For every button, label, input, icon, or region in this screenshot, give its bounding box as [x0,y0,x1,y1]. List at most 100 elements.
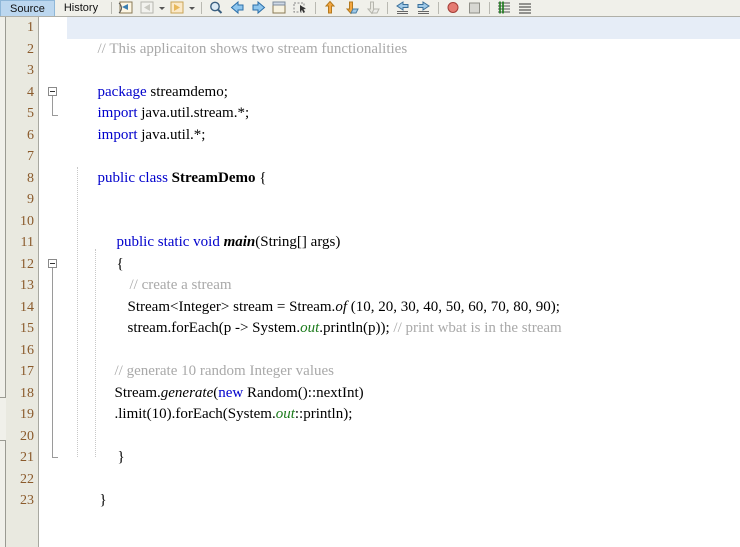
previous-bookmark-icon[interactable] [228,0,247,16]
indent-guide [95,249,96,457]
comment-token: // generate 10 random Integer values [114,363,335,379]
back-to-source-icon[interactable] [117,0,136,16]
static-method-token: of [335,298,347,315]
navigate-back-icon[interactable] [138,0,157,16]
method-name-token: main [223,234,256,250]
line-number: 10 [20,213,34,229]
line-number: 23 [20,493,34,508]
code-line-22[interactable]: } [67,469,740,508]
code-token: Random()::nextInt) [243,384,364,401]
line-number: 13 [20,278,34,293]
line-number: 21 [20,450,34,465]
code-editor[interactable]: 1 2 3 4 5 6 7 8 9 10 11 12 13 14 15 16 1… [0,17,740,547]
next-bookmark-icon[interactable] [249,0,268,16]
keyword-token: import [97,126,138,143]
uncomment-icon[interactable] [516,0,535,16]
code-token: streamdemo; [146,83,228,100]
line-number: 1 [27,20,34,35]
line-number: 15 [20,321,34,336]
line-number: 3 [27,63,34,78]
class-name-token: StreamDemo [171,169,256,186]
code-fold-margin[interactable] [39,17,67,547]
previous-error-icon[interactable] [321,0,340,16]
code-line-20[interactable]: } [67,426,740,465]
fold-collapse-box-imports[interactable] [48,87,57,96]
navigate-forward-dropdown-caret[interactable] [188,0,197,16]
line-number: 8 [27,170,34,186]
code-token: ::println); [294,406,353,422]
static-field-token: out [275,406,295,422]
comment-token: // This applicaiton shows two stream fun… [97,40,408,57]
code-line-9[interactable] [67,189,740,211]
navigate-back-dropdown-caret[interactable] [158,0,167,16]
code-line-23[interactable] [67,490,740,512]
static-field-token: out [300,320,320,336]
fold-end-imports [52,96,58,116]
code-token: java.util.stream.*; [137,105,250,121]
code-token: { [116,255,124,272]
line-number: 5 [27,106,34,121]
line-number: 16 [20,342,34,358]
toolbar-separator [489,2,491,14]
code-token: } [99,492,107,508]
code-token: stream.forEach(p -> System. [127,320,301,336]
toolbar-separator [438,2,440,14]
line-number: 9 [27,192,34,207]
stop-macro-recording-icon[interactable] [465,0,484,16]
code-line-10[interactable]: public static void main(String[] args) [67,211,740,250]
keyword-token: import [97,105,138,121]
toolbar-separator [111,2,113,14]
code-token: { [255,169,267,186]
code-token: (10, 20, 30, 40, 50, 60, 70, 80, 90); [346,298,560,315]
line-number: 19 [20,407,34,422]
tab-source-label: Source [10,2,45,15]
keyword-token: package [97,83,147,100]
line-number: 12 [20,256,34,272]
next-error-secondary-icon[interactable] [363,0,382,16]
static-method-token: generate [160,384,214,401]
toggle-bookmark-icon[interactable] [270,0,289,16]
line-number: 14 [20,299,34,315]
tab-history[interactable]: History [55,0,107,16]
line-number: 4 [27,84,34,100]
code-token: Stream. [114,384,161,401]
code-token: java.util.*; [137,126,206,143]
shift-line-left-icon[interactable] [393,0,412,16]
code-line-7[interactable]: public class StreamDemo { [67,146,740,186]
code-line-16[interactable]: // generate 10 random Integer values [67,340,740,379]
code-text-area[interactable]: // This applicaiton shows two stream fun… [67,17,740,547]
fold-line-main [52,268,53,457]
code-token: .limit(10).forEach(System. [114,406,276,422]
next-error-icon[interactable] [342,0,361,16]
fold-collapse-box-main[interactable] [48,259,57,268]
code-token: Stream<Integer> stream = Stream. [127,298,336,315]
fold-end-main [52,447,58,458]
keyword-token: public static void [116,234,224,250]
toggle-rectangular-selection-icon[interactable] [291,0,310,16]
code-line-12[interactable]: // create a stream [67,254,740,293]
line-number: 17 [20,364,34,379]
line-number: 18 [20,385,34,401]
find-selection-icon[interactable] [207,0,226,16]
comment-token: // print wbat is in the stream [393,320,562,336]
comment-token: // create a stream [129,277,232,293]
code-token: .println(p)); [319,320,394,336]
toolbar-separator [201,2,203,14]
shift-line-right-icon[interactable] [414,0,433,16]
navigate-forward-icon[interactable] [168,0,187,16]
line-number: 2 [27,41,34,57]
line-number: 22 [20,471,34,487]
line-number: 7 [27,149,34,164]
start-macro-recording-icon[interactable] [444,0,463,16]
code-line-1[interactable]: // This applicaiton shows two stream fun… [67,17,740,57]
line-number: 11 [20,235,34,250]
line-number-gutter: 1 2 3 4 5 6 7 8 9 10 11 12 13 14 15 16 1… [6,17,39,547]
code-token: } [117,449,125,465]
code-line-21[interactable] [67,447,740,469]
comment-icon[interactable] [495,0,514,16]
line-number: 20 [20,428,34,444]
toolbar-separator [387,2,389,14]
editor-toolbar: Source History [0,0,740,17]
tab-source[interactable]: Source [0,0,55,16]
code-line-3[interactable]: package streamdemo; [67,60,740,100]
